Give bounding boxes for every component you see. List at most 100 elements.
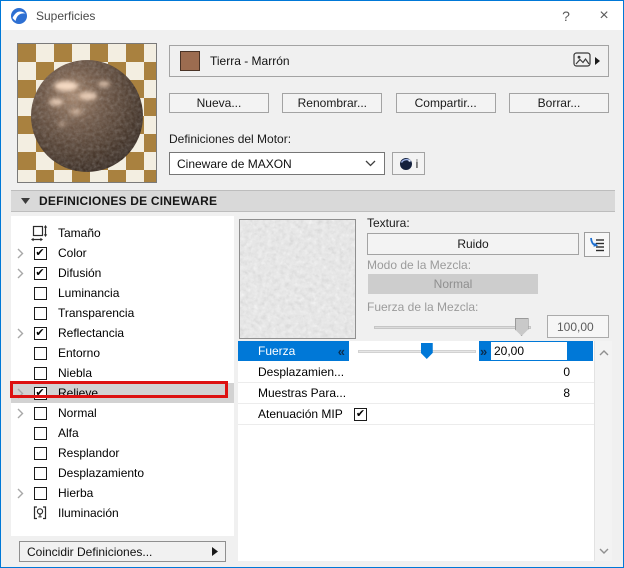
compartir-button[interactable]: Compartir... [395, 93, 496, 113]
texture-label: Textura: [367, 216, 410, 230]
help-button[interactable]: ? [547, 1, 585, 30]
scroll-down-icon[interactable] [599, 543, 609, 557]
image-picker-icon[interactable] [573, 52, 591, 70]
param-row-desplazamiento[interactable]: Desplazamien... 0 [238, 362, 594, 383]
material-swatch [180, 51, 200, 71]
param-row-atenuacion-mip[interactable]: Atenuación MIP ✔ [238, 404, 594, 425]
info-letter: i [415, 156, 419, 171]
param-value[interactable]: 8 [563, 386, 570, 400]
increment-chevrons-icon[interactable]: » [480, 344, 487, 359]
texture-popup-button[interactable] [584, 232, 610, 257]
expander-icon[interactable] [11, 328, 29, 339]
close-button[interactable]: × [585, 1, 623, 30]
channel-tree: Tamaño ✔ Color ✔ Difusión Luminancia Transpare… [11, 216, 234, 536]
param-row-muestras[interactable]: Muestras Para... 8 [238, 383, 594, 404]
channel-checkbox-luminancia[interactable] [33, 286, 47, 300]
param-row-fuerza[interactable]: Fuerza « » 20,00 [238, 341, 594, 362]
channel-checkbox-transparencia[interactable] [33, 306, 47, 320]
match-definitions-button[interactable]: Coincidir Definiciones... [19, 541, 226, 562]
channel-row-iluminacion[interactable]: Iluminación [11, 503, 234, 523]
fuerza-label: Fuerza [258, 344, 296, 358]
channel-checkbox-color[interactable]: ✔ [33, 246, 47, 260]
fuerza-slider-handle[interactable] [420, 343, 433, 359]
channel-row-desplazamiento[interactable]: Desplazamiento [11, 463, 234, 483]
channel-row-luminancia[interactable]: Luminancia [11, 283, 234, 303]
channel-label-reflectancia: Reflectancia [58, 326, 125, 340]
channel-row-normal[interactable]: Normal [11, 403, 234, 423]
channel-checkbox-resplandor[interactable] [33, 446, 47, 460]
param-scrollbar[interactable] [594, 341, 612, 561]
channel-row-difusion[interactable]: ✔ Difusión [11, 263, 234, 283]
expander-icon[interactable] [11, 248, 29, 259]
channel-row-alfa[interactable]: Alfa [11, 423, 234, 443]
material-selector[interactable]: Tierra - Marrón [169, 45, 609, 77]
channel-row-niebla[interactable]: Niebla [11, 363, 234, 383]
mip-checkbox[interactable]: ✔ [354, 407, 367, 421]
cineware-info-button[interactable]: i [392, 152, 425, 175]
param-label: Muestras Para... [258, 386, 347, 400]
channel-row-entorno[interactable]: Entorno [11, 343, 234, 363]
match-definitions-label: Coincidir Definiciones... [27, 544, 153, 559]
renombrar-button[interactable]: Renombrar... [282, 93, 383, 113]
expander-icon[interactable] [11, 488, 29, 499]
channel-label-color: Color [58, 246, 87, 260]
title-bar[interactable]: Superficies ? × [1, 1, 623, 30]
checkbox-slot: ✔ [29, 386, 51, 400]
channel-label-luminancia: Luminancia [58, 286, 120, 300]
collapse-triangle-icon[interactable] [21, 198, 30, 204]
channel-checkbox-niebla[interactable] [33, 366, 47, 380]
channel-row-transparencia[interactable]: Transparencia [11, 303, 234, 323]
channel-label-tamano: Tamaño [58, 226, 101, 240]
channel-checkbox-entorno[interactable] [33, 346, 47, 360]
superficies-dialog: Superficies ? × Tierra - Marrón Nueva...… [0, 0, 624, 568]
channel-checkbox-alfa[interactable] [33, 426, 47, 440]
channel-row-tamano[interactable]: Tamaño [11, 223, 234, 243]
expander-icon[interactable] [11, 268, 29, 279]
channel-checkbox-relieve[interactable]: ✔ [33, 386, 47, 400]
channel-checkbox-desplazamiento[interactable] [33, 466, 47, 480]
material-name: Tierra - Marrón [210, 54, 290, 68]
expander-icon[interactable] [11, 408, 29, 419]
nueva-button[interactable]: Nueva... [169, 93, 269, 113]
engine-select[interactable]: Cineware de MAXON [169, 152, 385, 175]
cinema4d-icon [399, 157, 412, 170]
channel-checkbox-difusion[interactable]: ✔ [33, 266, 47, 280]
material-preview [17, 43, 157, 183]
checkbox-slot [29, 486, 51, 500]
param-value[interactable]: 0 [563, 365, 570, 379]
decrement-chevrons-icon[interactable]: « [338, 344, 345, 359]
blend-strength-field[interactable]: 100,00 [547, 315, 609, 338]
mix-strength-slider-handle[interactable] [514, 318, 529, 336]
texture-button[interactable]: Ruido [367, 233, 579, 255]
channel-label-niebla: Niebla [58, 366, 93, 380]
blend-strength-label: Fuerza de la Mezcla: [367, 300, 479, 314]
slider-track [374, 326, 531, 329]
channel-row-color[interactable]: ✔ Color [11, 243, 234, 263]
blend-strength-slider[interactable] [374, 318, 531, 336]
arrow-right-icon [212, 547, 218, 556]
borrar-button[interactable]: Borrar... [508, 93, 609, 113]
channel-row-resplandor[interactable]: Resplandor [11, 443, 234, 463]
cineware-section-header[interactable]: DEFINICIONES DE CINEWARE [11, 190, 615, 212]
channel-label-alfa: Alfa [58, 426, 79, 440]
flyout-arrow-icon[interactable] [595, 54, 600, 68]
channel-checkbox-reflectancia[interactable]: ✔ [33, 326, 47, 340]
texture-thumbnail[interactable] [239, 219, 356, 339]
checkbox-slot [29, 426, 51, 440]
channel-label-difusion: Difusión [58, 266, 102, 280]
expander-icon[interactable] [11, 388, 29, 399]
param-label: Desplazamien... [258, 365, 345, 379]
channel-row-hierba[interactable]: Hierba [11, 483, 234, 503]
channel-label-normal: Normal [58, 406, 97, 420]
channel-row-reflectancia[interactable]: ✔ Reflectancia [11, 323, 234, 343]
fuerza-slider[interactable] [356, 341, 478, 361]
channel-label-entorno: Entorno [58, 346, 101, 360]
checkbox-slot [29, 366, 51, 380]
fuerza-value-input[interactable]: 20,00 [491, 342, 567, 360]
channel-checkbox-normal[interactable] [33, 406, 47, 420]
scroll-up-icon[interactable] [599, 345, 609, 359]
parameter-table: Fuerza « » 20,00 Desplazamien... 0 Muest… [238, 341, 594, 561]
engine-selected: Cineware de MAXON [177, 156, 292, 171]
channel-row-relieve[interactable]: ✔ Relieve [11, 383, 234, 403]
channel-checkbox-hierba[interactable] [33, 486, 47, 500]
